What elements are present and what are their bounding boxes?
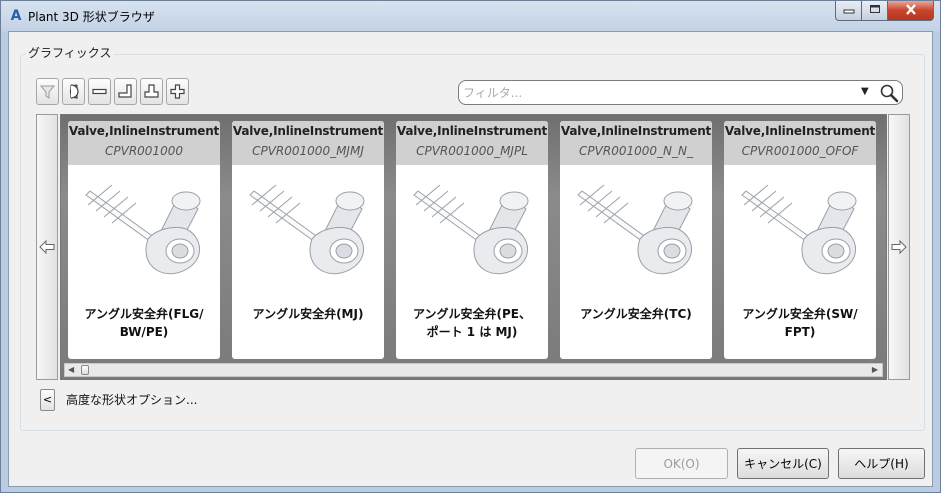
- card-code: CPVR001000: [105, 144, 183, 158]
- advanced-options-toggle[interactable]: <: [40, 389, 55, 411]
- filter-icon: [39, 85, 56, 99]
- ok-button[interactable]: OK(O): [635, 448, 728, 479]
- angle-relief-valve-image: [741, 184, 857, 275]
- card-class: Valve,InlineInstrument: [560, 124, 712, 138]
- shape-card[interactable]: Valve,InlineInstrument CPVR001000_OFOF ア…: [724, 121, 876, 359]
- card-code: CPVR001000_MJPL: [416, 144, 528, 158]
- tee-icon: [144, 84, 159, 98]
- card-header: Valve,InlineInstrument CPVR001000_N_N_: [560, 121, 712, 165]
- search-icon[interactable]: [879, 83, 899, 103]
- maximize-icon: [869, 4, 881, 17]
- window-title: Plant 3D 形状ブラウザ: [28, 10, 155, 24]
- card-name-line1: アングル安全弁(TC): [580, 307, 692, 321]
- angle-relief-valve-image: [85, 184, 201, 275]
- scroll-right-arrow-icon[interactable]: ▶: [872, 365, 878, 374]
- angle-relief-valve-image: [413, 184, 529, 275]
- card-code: CPVR001000_OFOF: [741, 144, 859, 158]
- half-circle-icon: [69, 84, 79, 99]
- arrow-left-icon: [39, 240, 55, 254]
- shape-card[interactable]: Valve,InlineInstrument CPVR001000_N_N_ ア…: [560, 121, 712, 359]
- card-name-line1: アングル安全弁(MJ): [252, 307, 364, 321]
- window-controls: [835, 1, 934, 21]
- card-name-line1: アングル安全弁(FLG/: [84, 307, 204, 321]
- shape-card[interactable]: Valve,InlineInstrument CPVR001000 アングル安全…: [68, 121, 220, 359]
- elbow-icon: [118, 84, 132, 98]
- card-header: Valve,InlineInstrument CPVR001000_MJMJ: [232, 121, 384, 165]
- scroll-left-button[interactable]: [36, 114, 58, 380]
- card-class: Valve,InlineInstrument: [396, 124, 548, 138]
- help-button[interactable]: ヘルプ(H): [838, 448, 925, 479]
- card-code: CPVR001000_N_N_: [579, 144, 693, 158]
- card-name-line2: ポート 1 は MJ): [426, 325, 518, 339]
- card-header: Valve,InlineInstrument CPVR001000_OFOF: [724, 121, 876, 165]
- card-name: アングル安全弁(TC): [560, 305, 712, 323]
- filter-dropdown-icon[interactable]: ▼: [861, 86, 869, 97]
- shape-card[interactable]: Valve,InlineInstrument CPVR001000_MJMJ ア…: [232, 121, 384, 359]
- card-class: Valve,InlineInstrument: [232, 124, 384, 138]
- card-name: アングル安全弁(PE、 ポート 1 は MJ): [396, 305, 548, 341]
- arrow-right-icon: [891, 240, 907, 254]
- scroll-left-arrow-icon[interactable]: ◀: [68, 365, 74, 374]
- cross-icon: [170, 84, 185, 99]
- dialog-client-area: グラフィックス ▼: [8, 31, 933, 487]
- card-name-line2: BW/PE): [119, 325, 169, 339]
- card-name-line1: アングル安全弁(SW/: [742, 307, 858, 321]
- shape-card[interactable]: Valve,InlineInstrument CPVR001000_MJPL ア…: [396, 121, 548, 359]
- card-name-line2: FPT): [784, 325, 816, 339]
- filter-input[interactable]: [461, 83, 856, 102]
- minimize-button[interactable]: [835, 1, 862, 21]
- card-name: アングル安全弁(MJ): [232, 305, 384, 323]
- filter-tool-button[interactable]: [36, 78, 59, 105]
- elbow-tool-button[interactable]: [114, 78, 137, 105]
- advanced-options-label[interactable]: 高度な形状オプション...: [66, 391, 197, 408]
- angle-relief-valve-image: [249, 184, 365, 275]
- minimize-icon: [843, 4, 855, 17]
- half-shape-tool-button[interactable]: [62, 78, 85, 105]
- card-name-line1: アングル安全弁(PE、: [413, 307, 531, 321]
- card-class: Valve,InlineInstrument: [68, 124, 220, 138]
- card-name: アングル安全弁(FLG/ BW/PE): [68, 305, 220, 341]
- card-class: Valve,InlineInstrument: [724, 124, 876, 138]
- shape-filter-toolbar: [36, 78, 189, 105]
- minus-icon: [92, 88, 107, 95]
- card-code: CPVR001000_MJMJ: [252, 144, 364, 158]
- scroll-right-button[interactable]: [888, 114, 910, 380]
- card-header: Valve,InlineInstrument CPVR001000: [68, 121, 220, 165]
- plant3d-shape-browser-window: A Plant 3D 形状ブラウザ グラフィックス フィルタ... ▼ Valv…: [0, 0, 941, 493]
- tee-tool-button[interactable]: [140, 78, 163, 105]
- card-name: アングル安全弁(SW/ FPT): [724, 305, 876, 341]
- close-button[interactable]: [888, 1, 934, 21]
- maximize-button[interactable]: [862, 1, 888, 21]
- graphics-group-label: グラフィックス: [25, 44, 115, 61]
- scrollbar-thumb[interactable]: [81, 365, 89, 375]
- card-header: Valve,InlineInstrument CPVR001000_MJPL: [396, 121, 548, 165]
- filter-combobox: ▼: [458, 80, 903, 105]
- title-bar[interactable]: A Plant 3D 形状ブラウザ: [1, 1, 940, 31]
- angle-relief-valve-image: [577, 184, 693, 275]
- shape-gallery: Valve,InlineInstrument CPVR001000 アングル安全…: [60, 114, 887, 380]
- gallery-horizontal-scrollbar[interactable]: ◀ ▶: [64, 363, 883, 377]
- close-icon: [905, 3, 917, 19]
- cancel-button[interactable]: キャンセル(C): [737, 448, 829, 479]
- straight-pipe-tool-button[interactable]: [88, 78, 111, 105]
- autodesk-logo-icon: A: [10, 8, 22, 24]
- cross-tool-button[interactable]: [166, 78, 189, 105]
